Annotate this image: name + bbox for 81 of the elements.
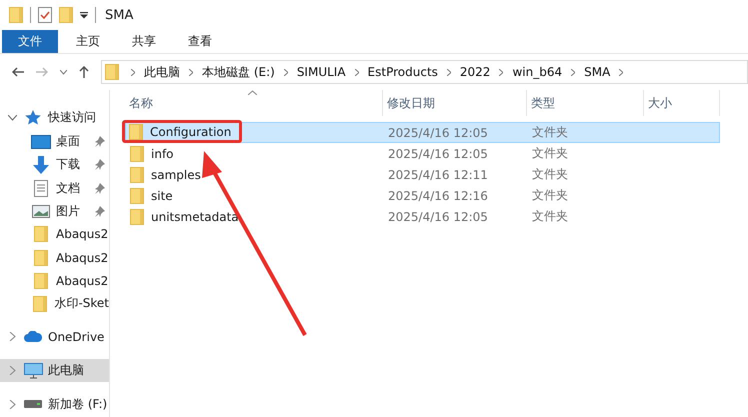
sort-caret-icon [248, 90, 257, 95]
folder-icon [105, 64, 119, 80]
type-cell-text: 文件夹 [531, 166, 569, 183]
picture-icon [32, 204, 50, 218]
chevron-down-icon[interactable] [60, 70, 67, 74]
star-icon [25, 110, 41, 126]
date-cell-text: 2025/4/16 12:16 [387, 188, 489, 202]
breadcrumb-item[interactable]: 此电脑 [141, 64, 183, 80]
properties-icon[interactable] [38, 7, 52, 23]
address-bar[interactable]: 此电脑 本地磁盘 (E:) SIMULIA EstProducts 2022 win_b64 SMA [101, 60, 748, 84]
sidebar-item[interactable]: Abaqus2 [56, 227, 108, 242]
drive-icon [24, 400, 42, 408]
type-cell-text: 文件夹 [531, 187, 569, 204]
folder-icon [34, 250, 48, 266]
sidebar-item[interactable]: 文档 [56, 180, 80, 197]
chevron-right-icon[interactable] [8, 366, 17, 376]
file-name[interactable]: unitsmetadata [151, 210, 239, 224]
date-cell-text: 2025/4/16 12:05 [387, 210, 489, 224]
folder-icon [130, 146, 144, 162]
chevron-right-icon[interactable] [619, 68, 624, 76]
folder-icon [129, 124, 143, 140]
chevron-right-icon[interactable] [8, 332, 17, 342]
cloud-icon [24, 331, 42, 342]
chevron-right-icon[interactable] [284, 68, 288, 76]
window-title: SMA [105, 8, 134, 22]
folder-icon [33, 296, 48, 312]
breadcrumb-item[interactable]: SMA [581, 65, 614, 79]
folder-icon [130, 208, 144, 224]
date-cell-text: 2025/4/16 12:05 [387, 146, 489, 160]
type-cell-text: 文件夹 [531, 208, 569, 225]
file-name[interactable]: Configuration [150, 124, 232, 138]
chevron-right-icon[interactable] [571, 68, 576, 76]
sidebar-item[interactable]: Abaqus2 [56, 250, 108, 265]
sidebar-item[interactable]: 快速访问 [48, 109, 96, 126]
back-arrow-icon[interactable] [12, 67, 24, 77]
type-cell-text: 文件夹 [531, 124, 569, 141]
sidebar-item[interactable]: OneDrive [48, 330, 104, 344]
folder-icon [9, 7, 23, 23]
sidebar-item[interactable]: 此电脑 [48, 362, 84, 380]
folder-icon [130, 188, 144, 204]
desktop-icon [31, 134, 51, 149]
chevron-right-icon[interactable] [189, 68, 193, 76]
chevron-right-icon[interactable] [354, 68, 359, 76]
file-name[interactable]: samples [151, 168, 201, 182]
chevron-right-icon[interactable] [499, 68, 504, 76]
ribbon-tab[interactable]: 文件 [2, 30, 58, 53]
sidebar-item[interactable]: 图片 [56, 202, 80, 220]
breadcrumb-item[interactable]: 2022 [456, 65, 494, 79]
folder-icon [34, 272, 48, 289]
ribbon-tab[interactable]: 主页 [62, 30, 114, 53]
dropdown-icon[interactable] [80, 11, 88, 19]
date-cell-text: 2025/4/16 12:05 [387, 126, 489, 140]
type-cell-text: 文件夹 [531, 145, 569, 162]
date-cell-text: 2025/4/16 12:11 [387, 168, 489, 182]
file-name[interactable]: info [151, 146, 174, 160]
column-header[interactable]: 类型 [527, 90, 644, 116]
up-arrow-icon[interactable] [79, 66, 89, 78]
column-header[interactable]: 大小 [644, 90, 720, 116]
breadcrumb-item[interactable]: EstProducts [364, 65, 441, 79]
chevron-down-icon[interactable] [8, 114, 17, 121]
breadcrumb-item[interactable]: SIMULIA [294, 65, 349, 79]
sidebar-item[interactable]: Abaqus2 [56, 274, 108, 288]
sidebar-item[interactable]: 下载 [56, 156, 80, 174]
file-name[interactable]: site [151, 188, 173, 202]
download-arrow-icon [33, 156, 49, 174]
ribbon-tab[interactable]: 共享 [118, 30, 170, 53]
folder-icon [130, 166, 144, 182]
breadcrumb-item[interactable]: 本地磁盘 (E:) [199, 64, 278, 80]
ribbon-tab[interactable]: 查看 [174, 30, 226, 53]
chevron-right-icon[interactable] [8, 400, 17, 409]
column-header[interactable]: 修改日期 [383, 90, 527, 116]
sidebar-item[interactable]: 新加卷 (F:) [48, 396, 108, 413]
sidebar-item[interactable]: 桌面 [56, 133, 80, 150]
computer-icon [24, 362, 42, 379]
document-icon [34, 180, 48, 197]
sidebar-item[interactable]: 水印-Sket [54, 295, 109, 312]
column-header[interactable]: 名称 [125, 90, 383, 116]
folder-icon [34, 226, 48, 242]
breadcrumb-item[interactable]: win_b64 [509, 65, 566, 79]
chevron-right-icon[interactable] [446, 68, 451, 76]
chevron-right-icon[interactable] [131, 68, 135, 76]
